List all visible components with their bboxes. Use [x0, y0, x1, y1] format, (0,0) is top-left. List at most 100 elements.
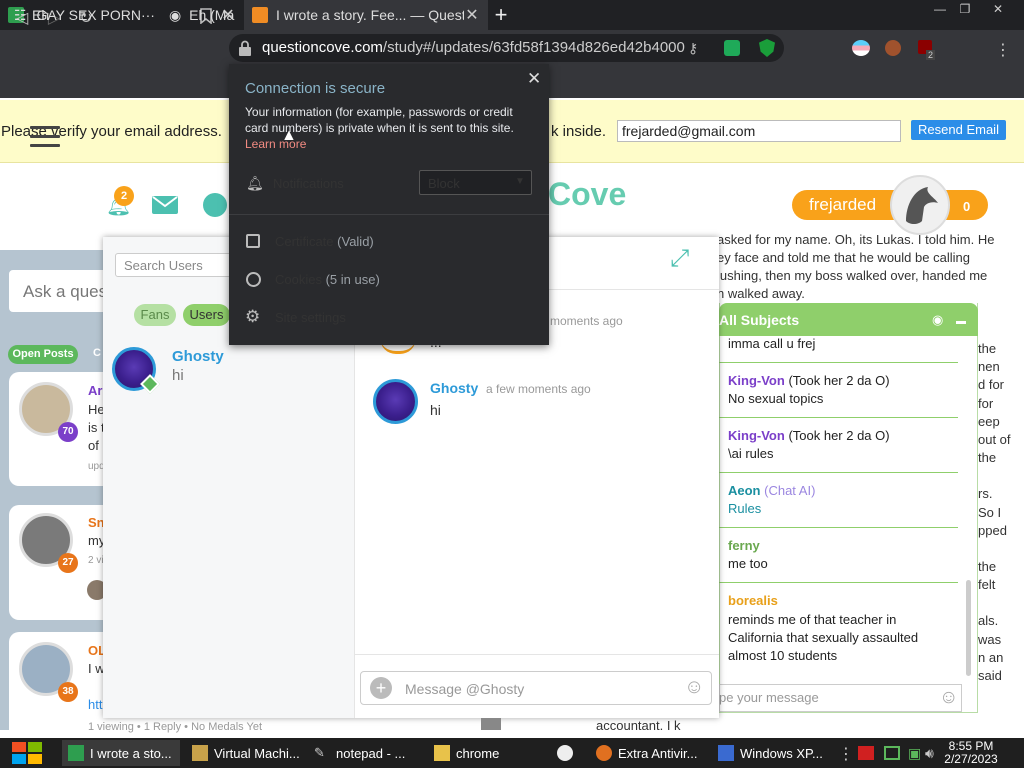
bookmark-item[interactable]: ☷ GAY SEX PORN··· [14, 7, 155, 24]
divider [719, 582, 958, 583]
yandex-icon[interactable] [557, 745, 573, 761]
taskbar-item[interactable]: Virtual Machi... [186, 740, 302, 766]
expand-icon[interactable]: ⤢ [670, 245, 698, 273]
mail-icon[interactable] [152, 196, 178, 214]
extension-green-icon[interactable] [724, 40, 740, 56]
learn-more-link[interactable]: Learn more [245, 137, 306, 151]
contact-preview: hi [172, 367, 184, 384]
post-meta: 2 vi [88, 555, 104, 566]
message-avatar[interactable] [373, 379, 418, 424]
people-icon[interactable] [203, 193, 227, 217]
flag-extension-icon[interactable] [852, 40, 870, 56]
tab-title: I wrote a story. Fee... — Questic [276, 7, 464, 23]
notifications-label: Notifications [273, 176, 344, 191]
mouse-cursor-icon: ▲ [281, 127, 297, 144]
taskbar-item[interactable]: chrome [428, 740, 528, 766]
chat-app-icon [68, 745, 84, 761]
maximize-button[interactable]: ❐ [950, 0, 980, 18]
new-tab-button[interactable]: + [490, 2, 512, 28]
emoji-icon[interactable]: ☺ [684, 676, 704, 699]
close-window-button[interactable]: ✕ [983, 0, 1013, 18]
menu-icon[interactable]: ⋮ [995, 40, 1011, 60]
emoji-icon[interactable]: ☺ [939, 687, 958, 709]
cookies-row[interactable]: Cookies (5 in use) [275, 272, 380, 287]
chat-author[interactable]: Aeon (Chat AI) [728, 483, 815, 498]
contact-name[interactable]: Ghosty [172, 348, 224, 365]
username[interactable]: frejarded [809, 195, 876, 215]
taskbar-item[interactable]: I wrote a sto... [62, 740, 180, 766]
story-text: asked for my name. Oh, its Lukas. I told… [717, 232, 995, 301]
add-attachment-icon[interactable]: + [370, 677, 392, 699]
display-tray-icon[interactable]: ▣ [908, 745, 921, 762]
scrollbar[interactable] [966, 580, 971, 676]
network-tray-icon[interactable] [884, 746, 900, 760]
url-text: questioncove.com/study#/updates/63fd58f1… [262, 39, 685, 56]
connection-body: Your information (for example, passwords… [245, 105, 513, 119]
divider [719, 527, 958, 528]
level-badge: 70 [58, 422, 78, 442]
key-icon[interactable]: ⚷ [688, 40, 698, 57]
hide-eye-icon[interactable]: ◉ [932, 312, 943, 328]
flag-tray-icon[interactable] [858, 746, 874, 760]
antivirus-icon [596, 745, 612, 761]
post-footer: 1 viewing • 1 Reply • No Medals Yet [88, 721, 263, 733]
clock[interactable]: 8:55 PM 2/27/2023 [944, 740, 998, 766]
message-text: hi [430, 402, 441, 418]
open-posts-tab[interactable]: Open Posts [8, 345, 78, 364]
chat-message: \ai rules [728, 446, 774, 461]
connection-title: Connection is secure [245, 80, 386, 97]
chat-message: imma call u frej [728, 336, 816, 351]
certificate-icon [246, 234, 260, 248]
close-tab-icon[interactable]: ✕ [464, 5, 480, 25]
filter-users[interactable]: Users [183, 304, 230, 326]
email-field[interactable]: frejarded@gmail.com [617, 120, 901, 142]
level-badge: 38 [58, 682, 78, 702]
filter-fans[interactable]: Fans [134, 304, 176, 326]
search-users-input[interactable]: Search Users [115, 253, 235, 277]
divider [719, 417, 958, 418]
divider [719, 472, 958, 473]
other-tab[interactable]: C [93, 347, 101, 359]
chat-author[interactable]: King-Von (Took her 2 da O) [728, 428, 890, 443]
volume-icon[interactable]: 🔊︎ [925, 745, 934, 762]
popup-divider [229, 214, 549, 215]
story-text-bottom: accountant. I k [596, 718, 681, 733]
story-text-edge: the nen d for for eep out of the rs. So Ipped the… [978, 341, 1011, 684]
message-placeholder: Message @Ghosty [405, 681, 525, 697]
close-popup-icon[interactable]: ✕ [527, 69, 541, 89]
taskbar-item[interactable]: Windows XP... [712, 740, 824, 766]
post-link[interactable]: htt [88, 697, 102, 712]
bookmark-folder-icon: ☷ [14, 7, 27, 23]
verify-text-right: k inside. [551, 123, 607, 140]
notifications-blocked-icon: 🔔︎ [246, 175, 264, 191]
globe-icon: ◉ [169, 7, 182, 23]
taskbar-item[interactable]: Extra Antivir... [590, 740, 702, 766]
chat-message: me too [728, 556, 768, 571]
resend-email-button[interactable]: Resend Email [911, 120, 1006, 140]
user-avatar[interactable] [890, 175, 950, 235]
chat-author[interactable]: borealis [728, 593, 778, 608]
hamburger-menu-icon[interactable] [30, 126, 60, 148]
windows-xp-icon [718, 745, 734, 761]
windows-start-icon[interactable] [10, 740, 44, 766]
subjects-input-placeholder: pe your message [719, 690, 819, 705]
taskbar-overflow-icon[interactable]: ⋮ [838, 744, 854, 764]
profile-extension-icon[interactable] [885, 40, 901, 56]
tab-questioncove[interactable]: I wrote a story. Fee... — Questic ✕ [244, 0, 488, 30]
lock-icon[interactable] [237, 40, 253, 60]
message-author[interactable]: Ghosty [430, 380, 478, 396]
chat-author[interactable]: King-Von (Took her 2 da O) [728, 373, 890, 388]
chat-author[interactable]: ferny [728, 538, 760, 553]
bookmark-item[interactable]: ◉ Eh (Ma [169, 7, 234, 24]
minimize-panel-icon[interactable] [956, 321, 966, 324]
site-settings-row[interactable]: Site settings [275, 310, 346, 325]
folder-icon [434, 745, 450, 761]
ask-placeholder: Ask a ques [23, 282, 108, 301]
scroll-handle[interactable] [481, 718, 501, 730]
chat-message-link[interactable]: Rules [728, 501, 761, 516]
taskbar-item[interactable]: ✎ notepad - ... [308, 740, 418, 766]
score-count: 0 [963, 199, 971, 214]
subjects-title: All Subjects [719, 312, 800, 328]
certificate-row[interactable]: Certificate (Valid) [275, 234, 374, 249]
site-logo[interactable]: Cove [548, 176, 626, 213]
